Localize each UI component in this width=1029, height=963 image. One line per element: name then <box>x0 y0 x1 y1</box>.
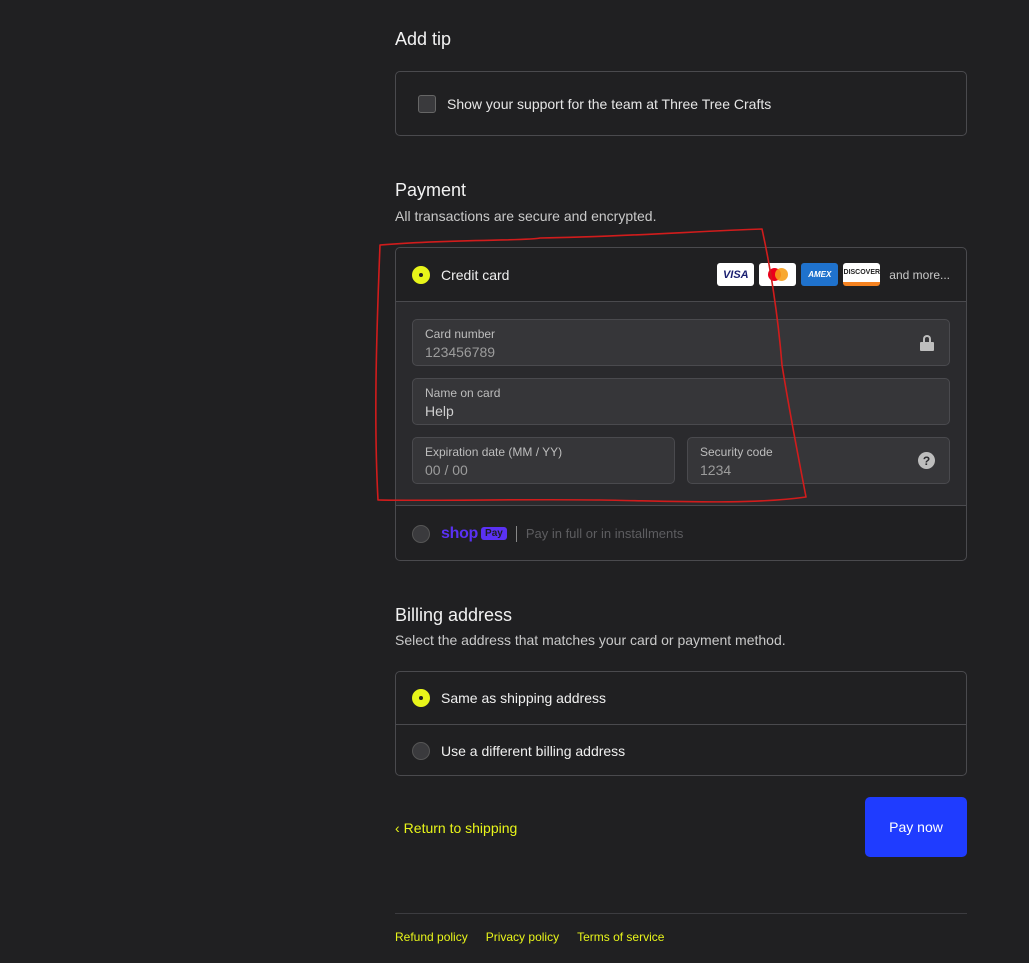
expiry-security-row: Expiration date (MM / YY) 00 / 00 Securi… <box>412 437 950 496</box>
security-code-value[interactable]: 1234 <box>700 462 937 478</box>
same-as-shipping-option[interactable]: Same as shipping address <box>396 672 966 724</box>
lock-icon <box>920 335 934 351</box>
security-code-field[interactable]: Security code 1234 ? <box>687 437 950 484</box>
payment-section-title: Payment <box>395 180 467 200</box>
footer-links: Refund policy Privacy policy Terms of se… <box>395 930 664 944</box>
shop-pay-text: Pay in full or in installments <box>525 526 684 541</box>
chevron-left-icon: ‹ <box>395 820 400 836</box>
more-brands-label: and more... <box>889 267 950 282</box>
mastercard-icon <box>759 263 797 286</box>
name-on-card-value[interactable]: Help <box>425 403 937 419</box>
expiration-date-label: Expiration date (MM / YY) <box>425 445 563 459</box>
tip-box[interactable]: Show your support for the team at Three … <box>395 71 967 136</box>
return-to-shipping-label[interactable]: Return to shipping <box>404 820 518 836</box>
expiration-date-value[interactable]: 00 / 00 <box>425 462 662 478</box>
pay-now-button[interactable]: Pay now <box>865 797 967 857</box>
different-billing-option[interactable]: Use a different billing address <box>396 724 966 775</box>
footer-divider <box>395 913 967 914</box>
refund-policy-link[interactable]: Refund policy <box>395 930 468 944</box>
return-to-shipping-link[interactable]: ‹ Return to shipping <box>395 820 517 836</box>
tip-checkbox[interactable] <box>418 94 436 113</box>
credit-card-label[interactable]: Credit card <box>441 267 509 283</box>
tip-checkbox-label[interactable]: Show your support for the team at Three … <box>447 96 771 112</box>
credit-card-fields: Card number 123456789 Name on card Help … <box>396 302 966 506</box>
privacy-policy-link[interactable]: Privacy policy <box>486 930 559 944</box>
billing-options-box: Same as shipping address Use a different… <box>395 671 967 776</box>
same-as-shipping-radio[interactable] <box>412 689 430 707</box>
shop-pay-radio[interactable] <box>412 524 430 543</box>
card-number-value[interactable]: 123456789 <box>425 344 937 360</box>
credit-card-radio[interactable] <box>412 265 430 284</box>
help-icon[interactable]: ? <box>918 452 935 469</box>
shop-pay-tag: Pay <box>481 527 507 540</box>
divider <box>515 525 517 542</box>
billing-section-title: Billing address <box>395 605 513 625</box>
same-as-shipping-label[interactable]: Same as shipping address <box>441 690 606 706</box>
shop-pay-logo: shop <box>441 524 479 542</box>
card-number-label: Card number <box>425 327 496 341</box>
tip-section-title: Add tip <box>395 29 452 49</box>
name-on-card-label: Name on card <box>425 386 501 400</box>
different-billing-radio[interactable] <box>412 741 430 760</box>
terms-of-service-link[interactable]: Terms of service <box>577 930 664 944</box>
different-billing-label[interactable]: Use a different billing address <box>441 743 625 759</box>
shop-pay-option[interactable]: shop Pay Pay in full or in installments <box>396 506 966 560</box>
payment-subtitle: All transactions are secure and encrypte… <box>395 208 657 224</box>
security-code-label: Security code <box>700 445 773 459</box>
card-number-field[interactable]: Card number 123456789 <box>412 319 950 366</box>
amex-icon: AMEX <box>801 263 839 286</box>
payment-methods-box: Credit card VISA AMEX DISCOVER and more.… <box>395 247 967 561</box>
discover-icon: DISCOVER <box>843 263 881 286</box>
card-brands: VISA AMEX DISCOVER and more... <box>712 263 950 286</box>
expiration-date-field[interactable]: Expiration date (MM / YY) 00 / 00 <box>412 437 675 484</box>
checkout-page: Add tip Show your support for the team a… <box>0 0 1029 963</box>
visa-icon: VISA <box>717 263 755 286</box>
credit-card-option[interactable]: Credit card VISA AMEX DISCOVER and more.… <box>396 248 966 302</box>
billing-subtitle: Select the address that matches your car… <box>395 632 786 648</box>
name-on-card-field[interactable]: Name on card Help <box>412 378 950 425</box>
